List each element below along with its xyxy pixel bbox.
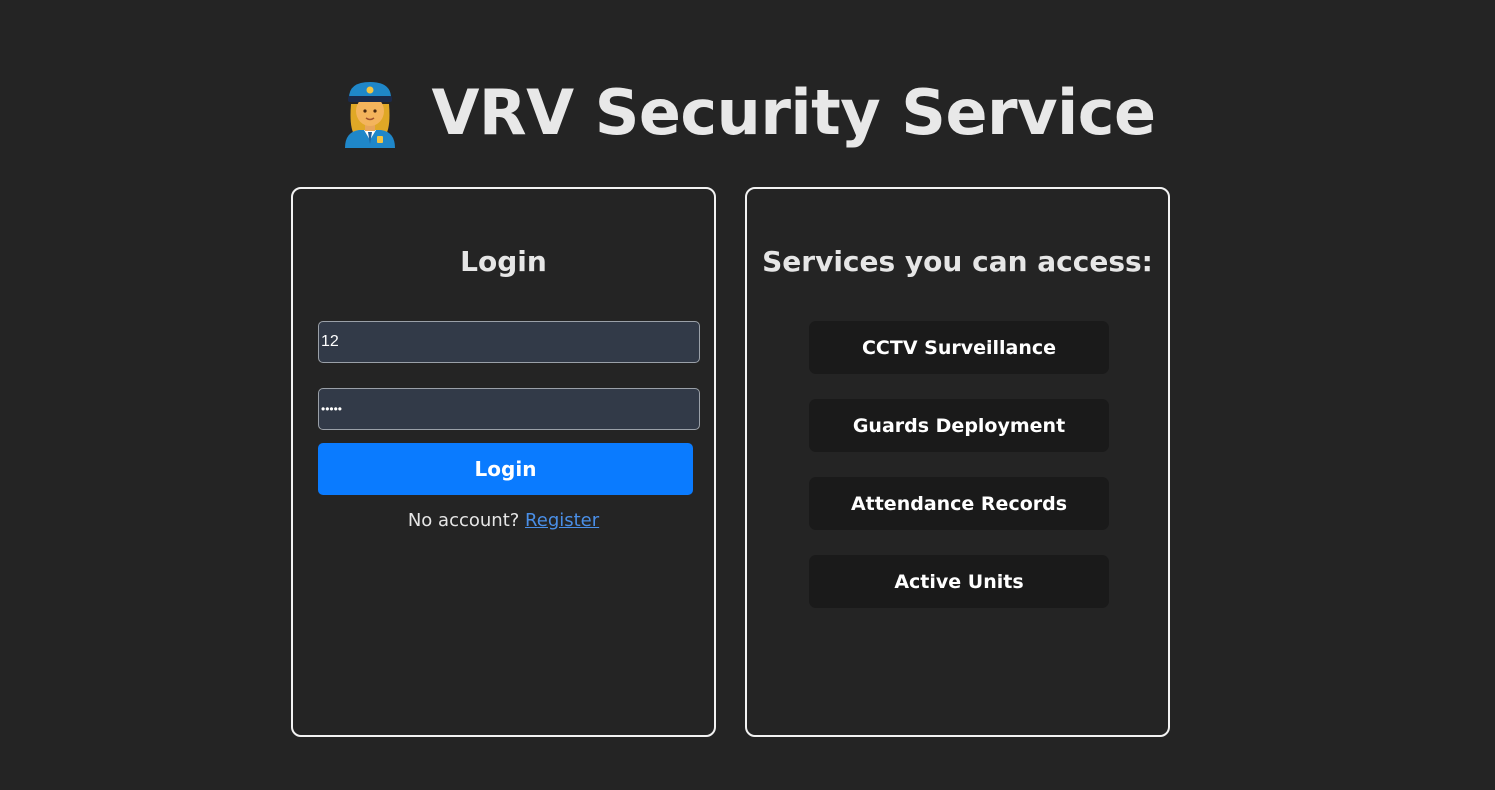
page: VRV Security Service Login 12 ••••• Logi… [0,0,1495,790]
password-input[interactable]: ••••• [318,388,700,430]
login-button[interactable]: Login [318,443,693,495]
username-input[interactable]: 12 [318,321,700,363]
service-guards-deployment[interactable]: Guards Deployment [809,399,1109,452]
service-attendance-records[interactable]: Attendance Records [809,477,1109,530]
services-card: Services you can access: CCTV Surveillan… [745,187,1170,737]
header: VRV Security Service [0,70,1495,156]
login-title: Login [460,245,547,278]
login-card: Login 12 ••••• Login No account? Registe… [291,187,716,737]
service-cctv-surveillance[interactable]: CCTV Surveillance [809,321,1109,374]
register-link[interactable]: Register [525,510,599,531]
service-active-units[interactable]: Active Units [809,555,1109,608]
police-officer-icon [345,82,396,148]
register-prompt: No account? Register [293,510,714,531]
page-title: VRV Security Service [431,76,1156,149]
no-account-text: No account? [407,510,520,531]
services-title: Services you can access: [762,245,1153,278]
